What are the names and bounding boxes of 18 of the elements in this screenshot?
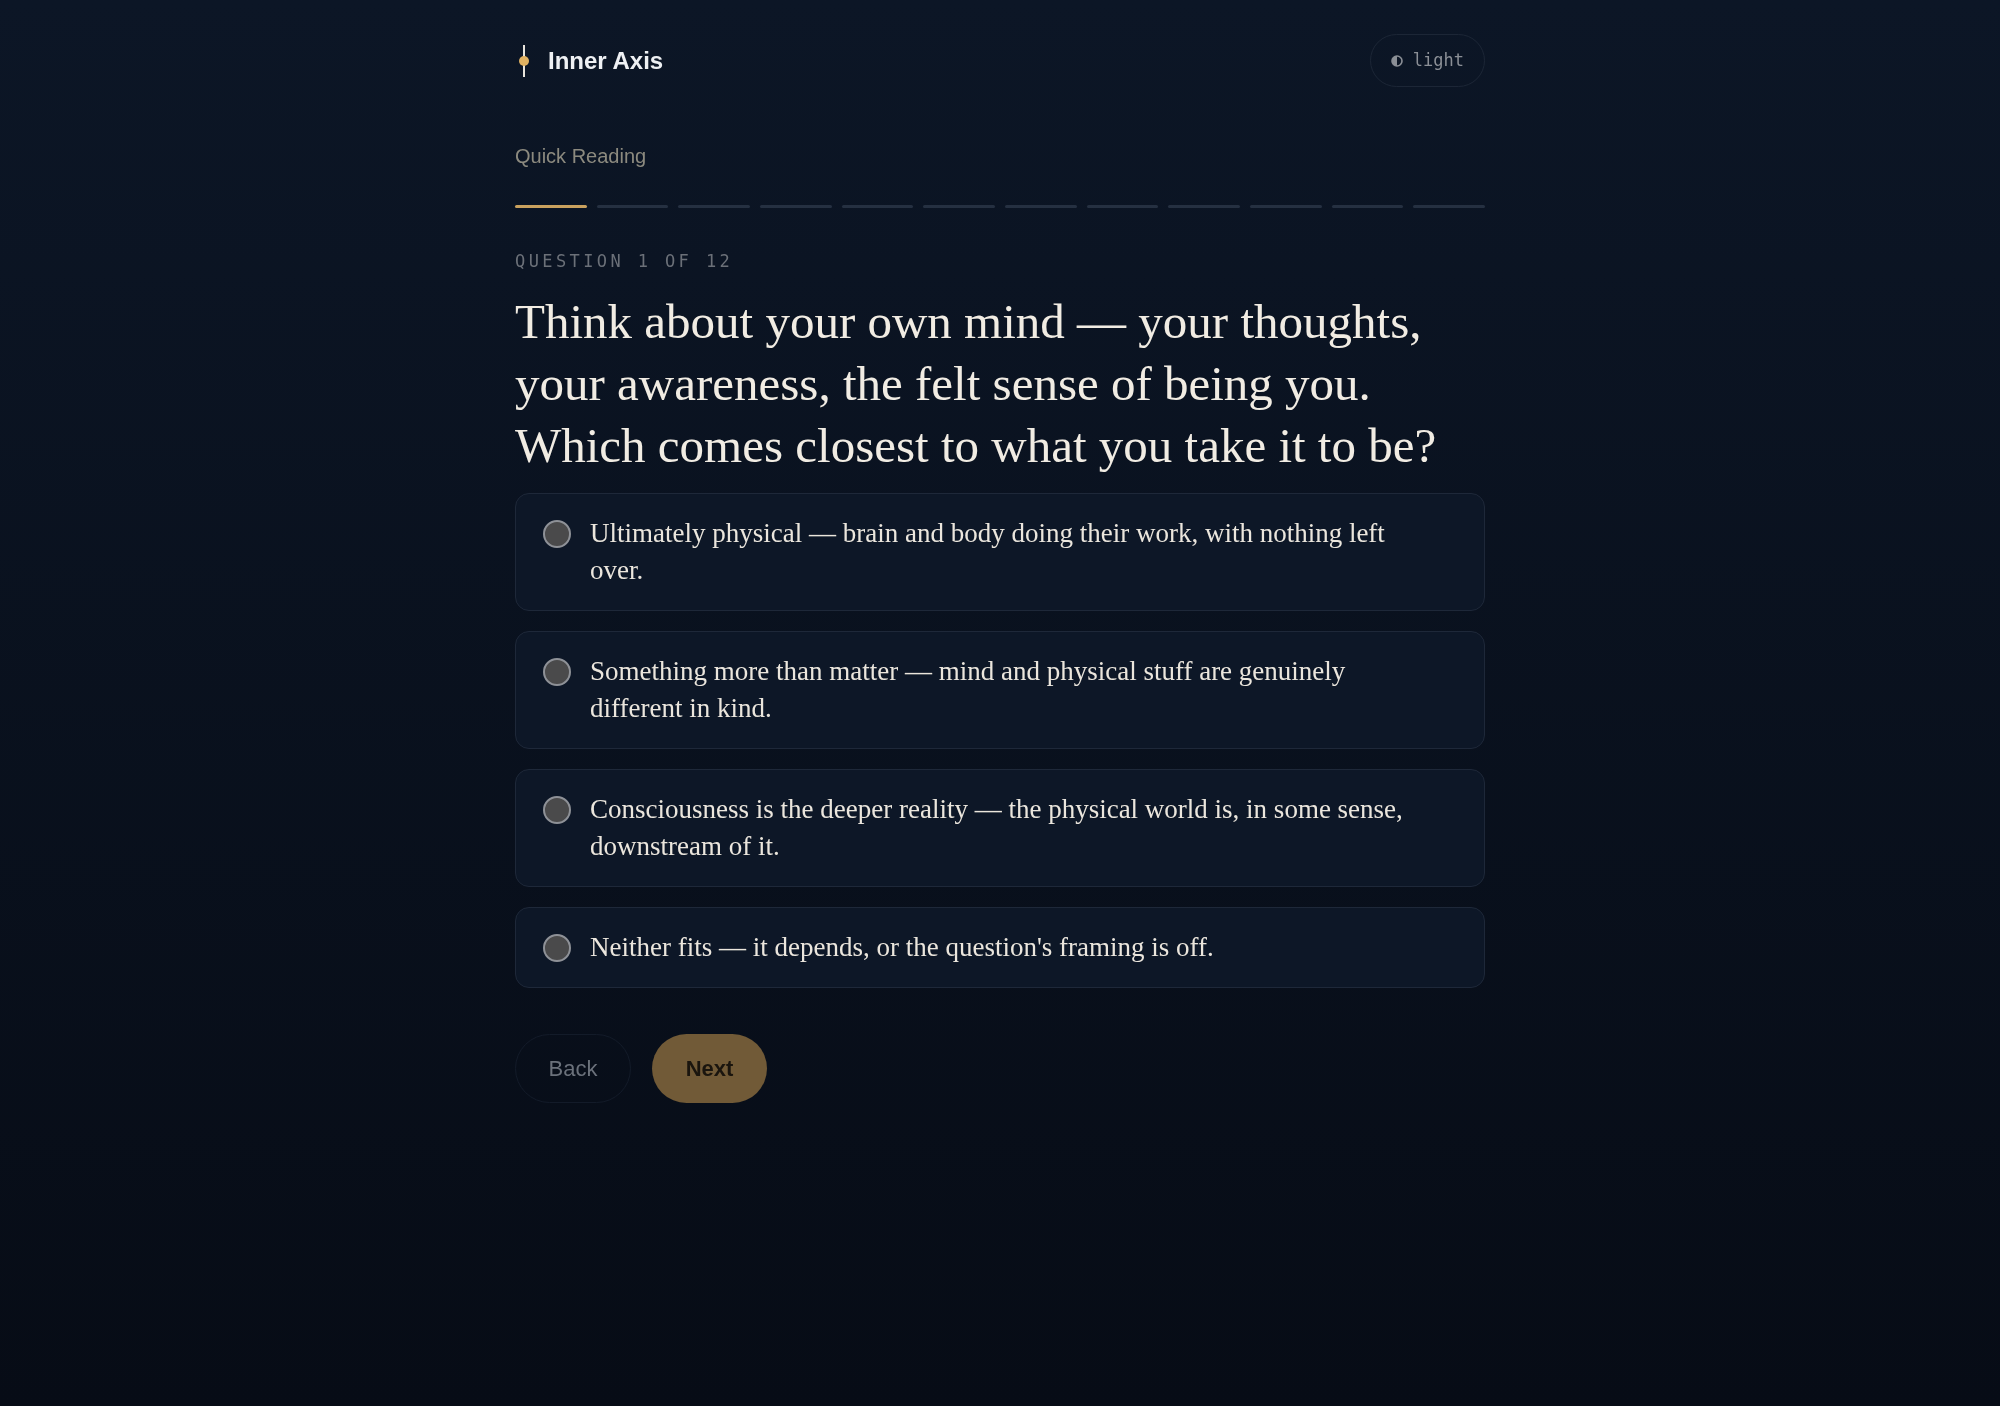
radio-button[interactable] — [543, 934, 571, 962]
option-card[interactable]: Ultimately physical — brain and body doing their work, with nothing left over. — [515, 493, 1485, 611]
option-text: Ultimately physical — brain and body doing their work, with nothing left over. — [590, 517, 1386, 587]
contrast-icon — [1390, 54, 1403, 67]
option-text: Neither fits — it depends, or the question's framing is off. — [590, 931, 1214, 964]
radio-button[interactable] — [543, 658, 571, 686]
radio-button[interactable] — [543, 520, 571, 548]
logo-icon — [518, 44, 530, 77]
option-text: Consciousness is the deeper reality — the physical world is, in some sense, downstream of it. — [590, 793, 1404, 863]
question-counter: QUESTION 1 OF 12 — [515, 251, 735, 271]
option-card[interactable]: Consciousness is the deeper reality — the physical world is, in some sense, downstream of it. — [515, 769, 1485, 887]
question-text: Think about your own mind — your thoughts, your awareness, the felt sense of being you. Which comes closest to what you take it to be? — [515, 293, 1438, 475]
quiz-title: Quick Reading — [515, 144, 648, 168]
app-name: Inner Axis — [548, 45, 664, 76]
option-card[interactable]: Something more than matter — mind and physical stuff are genuinely different in kind. — [515, 631, 1485, 749]
option-text: Something more than matter — mind and physical stuff are genuinely different in kind. — [590, 655, 1347, 725]
option-card[interactable]: Neither fits — it depends, or the question's framing is off. — [515, 907, 1485, 988]
radio-button[interactable] — [543, 796, 571, 824]
